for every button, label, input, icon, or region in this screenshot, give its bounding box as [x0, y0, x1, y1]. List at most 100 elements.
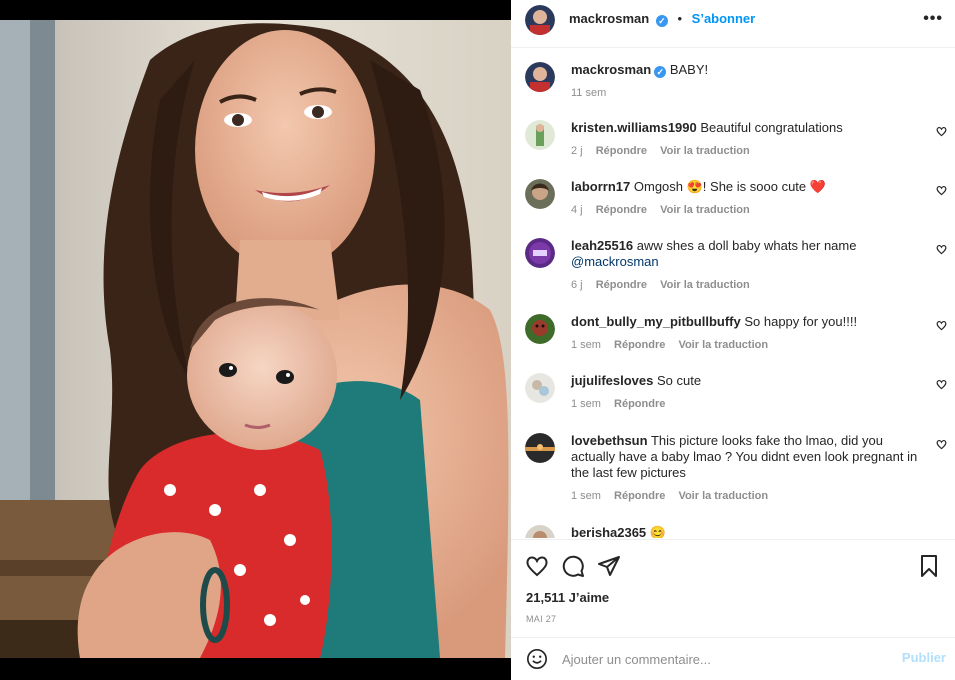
comment-body: kristen.williams1990 Beautiful congratul…: [571, 120, 926, 159]
post-image: [0, 20, 511, 658]
caption-meta: 11 sem: [571, 85, 926, 101]
post-actions: 21,511 J’aime MAI 27: [511, 539, 955, 637]
follow-button[interactable]: S’abonner: [692, 11, 756, 26]
translate-button[interactable]: Voir la traduction: [660, 204, 750, 216]
comment-username[interactable]: laborrn17: [571, 179, 630, 194]
bookmark-icon[interactable]: [917, 554, 941, 578]
share-icon[interactable]: [597, 554, 621, 578]
author-avatar-image: [525, 62, 555, 92]
commenter-avatar[interactable]: [525, 525, 555, 538]
comments-list[interactable]: mackrosman ✓ BABY! 11 sem kristen.william…: [511, 48, 955, 538]
comment-input[interactable]: [562, 648, 882, 670]
like-comment-heart-icon[interactable]: [936, 126, 947, 137]
author-avatar-image: [525, 5, 555, 35]
commenter-avatar-image: [525, 314, 555, 344]
comment-item: berisha2365 😊: [511, 525, 955, 538]
post-detail-panel: mackrosman ✓ • S’abonner ••• mackrosman ✓…: [511, 0, 955, 680]
header-user-line: mackrosman ✓ • S’abonner: [569, 11, 755, 27]
comment-meta: 1 sem Répondre Voir la traduction: [571, 488, 926, 504]
comment-time[interactable]: 4 j: [571, 204, 583, 216]
comment-mention-link[interactable]: @mackrosman: [571, 254, 659, 269]
publish-button[interactable]: Publier: [902, 650, 946, 665]
comment-text: 😊: [649, 525, 666, 538]
comment-meta: 1 sem Répondre: [571, 396, 926, 412]
comment-meta: 1 sem Répondre Voir la traduction: [571, 337, 926, 353]
verified-badge-icon: ✓: [655, 15, 668, 27]
comment-username[interactable]: leah25516: [571, 238, 633, 253]
comment-icon[interactable]: [561, 554, 585, 578]
author-avatar[interactable]: [525, 62, 555, 92]
reply-button[interactable]: Répondre: [596, 279, 647, 291]
commenter-avatar-image: [525, 179, 555, 209]
likes-count[interactable]: 21,511 J’aime: [526, 590, 609, 605]
comment-item: kristen.williams1990 Beautiful congratul…: [511, 120, 955, 170]
like-comment-heart-icon[interactable]: [936, 439, 947, 450]
commenter-avatar[interactable]: [525, 314, 555, 344]
caption-time[interactable]: 11 sem: [571, 87, 606, 99]
commenter-avatar[interactable]: [525, 373, 555, 403]
comment-text: So happy for you!!!!: [744, 314, 858, 329]
author-avatar[interactable]: [525, 5, 555, 35]
post-header: mackrosman ✓ • S’abonner •••: [511, 0, 955, 48]
post-date[interactable]: MAI 27: [526, 614, 556, 624]
comment-item: dont_bully_my_pitbullbuffy So happy for …: [511, 314, 955, 364]
translate-button[interactable]: Voir la traduction: [660, 145, 750, 157]
comment-time[interactable]: 1 sem: [571, 339, 601, 351]
more-options-icon[interactable]: •••: [923, 10, 943, 28]
commenter-avatar-image: [525, 525, 555, 538]
comment-meta: 6 j Répondre Voir la traduction: [571, 277, 926, 293]
comment-body: laborrn17 Omgosh 😍! She is sooo cute ❤️ …: [571, 179, 926, 218]
comment-time[interactable]: 1 sem: [571, 398, 601, 410]
verified-badge-icon: ✓: [654, 66, 667, 78]
commenter-avatar-image: [525, 120, 555, 150]
comment-username[interactable]: jujulifesloves: [571, 373, 653, 388]
like-comment-heart-icon[interactable]: [936, 320, 947, 331]
comment-body: jujulifesloves So cute 1 sem Répondre: [571, 373, 926, 412]
emoji-icon[interactable]: [526, 648, 548, 670]
like-comment-heart-icon[interactable]: [936, 244, 947, 255]
reply-button[interactable]: Répondre: [614, 339, 665, 351]
comment-body: dont_bully_my_pitbullbuffy So happy for …: [571, 314, 926, 353]
comment-item: lovebethsun This picture looks fake tho …: [511, 433, 955, 513]
comment-time[interactable]: 1 sem: [571, 490, 601, 502]
comment-meta: 2 j Répondre Voir la traduction: [571, 143, 926, 159]
separator-dot: •: [677, 11, 683, 26]
heart-icon[interactable]: [525, 554, 549, 578]
caption-text: BABY!: [669, 62, 709, 77]
commenter-avatar[interactable]: [525, 238, 555, 268]
caption-username[interactable]: mackrosman: [571, 62, 651, 77]
comment-body: leah25516 aww shes a doll baby whats her…: [571, 238, 926, 293]
commenter-avatar[interactable]: [525, 179, 555, 209]
commenter-avatar-image: [525, 373, 555, 403]
like-comment-heart-icon[interactable]: [936, 379, 947, 390]
translate-button[interactable]: Voir la traduction: [660, 279, 750, 291]
reply-button[interactable]: Répondre: [596, 145, 647, 157]
caption-item: mackrosman ✓ BABY! 11 sem: [511, 62, 955, 122]
comment-text: So cute: [657, 373, 702, 388]
commenter-avatar[interactable]: [525, 120, 555, 150]
commenter-avatar[interactable]: [525, 433, 555, 463]
comment-time[interactable]: 6 j: [571, 279, 583, 291]
author-username[interactable]: mackrosman: [569, 11, 649, 26]
translate-button[interactable]: Voir la traduction: [678, 490, 768, 502]
reply-button[interactable]: Répondre: [596, 204, 647, 216]
comment-body: berisha2365 😊: [571, 525, 926, 538]
comment-time[interactable]: 2 j: [571, 145, 583, 157]
reply-button[interactable]: Répondre: [614, 398, 665, 410]
comment-item: leah25516 aww shes a doll baby whats her…: [511, 238, 955, 304]
comment-text: Beautiful congratulations: [700, 120, 843, 135]
add-comment-bar: Publier: [511, 637, 955, 680]
reply-button[interactable]: Répondre: [614, 490, 665, 502]
comment-username[interactable]: lovebethsun: [571, 433, 648, 448]
comment-body: lovebethsun This picture looks fake tho …: [571, 433, 926, 504]
comment-username[interactable]: berisha2365: [571, 525, 646, 538]
comment-item: jujulifesloves So cute 1 sem Répondre: [511, 373, 955, 423]
commenter-avatar-image: [525, 433, 555, 463]
like-comment-heart-icon[interactable]: [936, 185, 947, 196]
comment-username[interactable]: kristen.williams1990: [571, 120, 697, 135]
comment-text: Omgosh 😍! She is sooo cute ❤️: [633, 179, 826, 194]
comment-username[interactable]: dont_bully_my_pitbullbuffy: [571, 314, 741, 329]
caption-body: mackrosman ✓ BABY! 11 sem: [571, 62, 926, 101]
translate-button[interactable]: Voir la traduction: [678, 339, 768, 351]
post-photo[interactable]: [0, 0, 511, 680]
